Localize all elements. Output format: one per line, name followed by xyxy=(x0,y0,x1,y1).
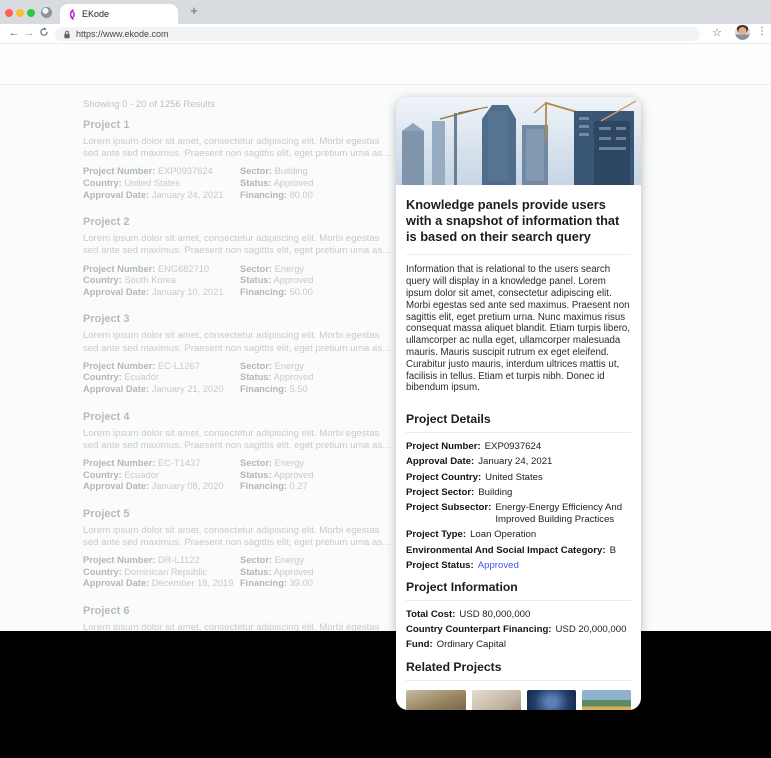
detail-row: Environmental And Social Impact Category… xyxy=(406,545,631,557)
project-details-heading: Project Details xyxy=(406,412,631,433)
related-projects-heading: Related Projects xyxy=(406,660,631,681)
result-fields: Project Number: EC-L1267 Sector: Energy … xyxy=(83,361,397,396)
meeting-photo-thumbnail xyxy=(406,690,466,710)
writing-desk-photo-thumbnail xyxy=(472,690,521,710)
url-text: https://www.ekode.com xyxy=(76,29,169,39)
result-fields: Project Number: ENG682710 Sector: Energy… xyxy=(83,264,397,299)
result-title[interactable]: Project 6 xyxy=(83,605,397,617)
result-description: Lorem ipsum dolor sit amet, consectetur … xyxy=(83,428,395,452)
related-projects-grid: Institutional Strengthening of COFIDE Pr… xyxy=(406,690,631,710)
browser-menu-icon[interactable]: ⋮ xyxy=(757,26,767,37)
back-icon[interactable]: ← xyxy=(7,26,21,41)
guatemala-street-photo-thumbnail xyxy=(582,690,631,710)
site-header: EKode xyxy=(0,44,771,85)
status-link[interactable]: Approved xyxy=(478,560,519,571)
project-information-rows: Total Cost:USD 80,000,000 Country Counte… xyxy=(406,609,631,652)
results-page: Showing 0 - 20 of 1256 Results Project 1… xyxy=(0,85,771,631)
project-information-heading: Project Information xyxy=(406,580,631,601)
related-project-card[interactable]: Institutional Strengthening of COFIDE xyxy=(406,690,466,710)
result-item[interactable]: Project 6 Lorem ipsum dolor sit amet, co… xyxy=(83,605,397,631)
refresh-icon[interactable] xyxy=(37,27,51,42)
bookmark-star-icon[interactable]: ☆ xyxy=(712,26,722,39)
related-project-card[interactable]: Program to Strengthen the Tax Admin DR xyxy=(472,690,521,710)
result-fields: Project Number: EXP0937624 Sector: Build… xyxy=(83,166,397,201)
result-fields: Project Number: DR-L1122 Sector: Energy … xyxy=(83,555,397,590)
result-title[interactable]: Project 3 xyxy=(83,313,397,325)
forward-icon[interactable]: → xyxy=(22,26,36,41)
browser-avatar[interactable] xyxy=(735,25,750,40)
knowledge-panel: Knowledge panels provide users with a sn… xyxy=(396,97,641,710)
browser-profile-icon[interactable] xyxy=(41,7,52,18)
ekode-favicon-icon xyxy=(68,9,77,20)
close-window-button[interactable] xyxy=(5,9,13,17)
browser-tab[interactable]: EKode xyxy=(60,4,178,24)
conference-hall-photo-thumbnail xyxy=(527,690,576,710)
detail-row: Project Country:United States xyxy=(406,472,631,484)
result-item[interactable]: Project 4 Lorem ipsum dolor sit amet, co… xyxy=(83,411,397,493)
project-details-rows: Project Number:EXP0937624 Approval Date:… xyxy=(406,441,631,572)
browser-tab-strip: EKode + xyxy=(0,0,771,24)
browser-toolbar: ← → https://www.ekode.com ☆ ⋮ xyxy=(0,24,771,44)
new-tab-button[interactable]: + xyxy=(186,3,202,19)
detail-row-status: Project Status:Approved xyxy=(406,560,631,572)
result-item[interactable]: Project 3 Lorem ipsum dolor sit amet, co… xyxy=(83,313,397,395)
construction-skyline-image xyxy=(396,97,641,185)
info-row: Total Cost:USD 80,000,000 xyxy=(406,609,631,621)
tab-title: EKode xyxy=(82,9,109,19)
result-description: Lorem ipsum dolor sit amet, consectetur … xyxy=(83,525,395,549)
info-row: Fund:Ordinary Capital xyxy=(406,639,631,651)
maximize-window-button[interactable] xyxy=(27,9,35,17)
info-row: Country Counterpart Financing:USD 20,000… xyxy=(406,624,631,636)
panel-intro: Information that is relational to the us… xyxy=(406,254,631,404)
result-description: Lorem ipsum dolor sit amet, consectetur … xyxy=(83,622,395,631)
detail-row: Project Number:EXP0937624 xyxy=(406,441,631,453)
result-item[interactable]: Project 2 Lorem ipsum dolor sit amet, co… xyxy=(83,216,397,298)
related-project-card[interactable]: Guatemala - RMEI Regional Malaria Elim xyxy=(582,690,631,710)
refresh-arrow-icon xyxy=(39,27,49,37)
results-list: Showing 0 - 20 of 1256 Results Project 1… xyxy=(83,99,397,631)
result-item[interactable]: Project 1 Lorem ipsum dolor sit amet, co… xyxy=(83,119,397,201)
detail-row: Project Type:Loan Operation xyxy=(406,529,631,541)
result-item[interactable]: Project 5 Lorem ipsum dolor sit amet, co… xyxy=(83,508,397,590)
related-project-card[interactable]: Support to the 4th Ministerial Forum xyxy=(527,690,576,710)
result-title[interactable]: Project 4 xyxy=(83,411,397,423)
url-bar[interactable]: https://www.ekode.com xyxy=(55,27,700,41)
results-summary: Showing 0 - 20 of 1256 Results xyxy=(83,99,397,110)
result-description: Lorem ipsum dolor sit amet, consectetur … xyxy=(83,330,395,354)
detail-row: Approval Date:January 24, 2021 xyxy=(406,456,631,468)
detail-row: Project Subsector:Energy-Energy Efficien… xyxy=(406,502,631,526)
lock-icon xyxy=(63,30,71,39)
result-description: Lorem ipsum dolor sit amet, consectetur … xyxy=(83,136,395,160)
panel-title: Knowledge panels provide users with a sn… xyxy=(396,185,641,254)
result-description: Lorem ipsum dolor sit amet, consectetur … xyxy=(83,233,395,257)
result-fields: Project Number: EC-T1437 Sector: Energy … xyxy=(83,458,397,493)
result-title[interactable]: Project 1 xyxy=(83,119,397,131)
result-title[interactable]: Project 5 xyxy=(83,508,397,520)
detail-row: Project Sector:Building xyxy=(406,487,631,499)
result-title[interactable]: Project 2 xyxy=(83,216,397,228)
minimize-window-button[interactable] xyxy=(16,9,24,17)
